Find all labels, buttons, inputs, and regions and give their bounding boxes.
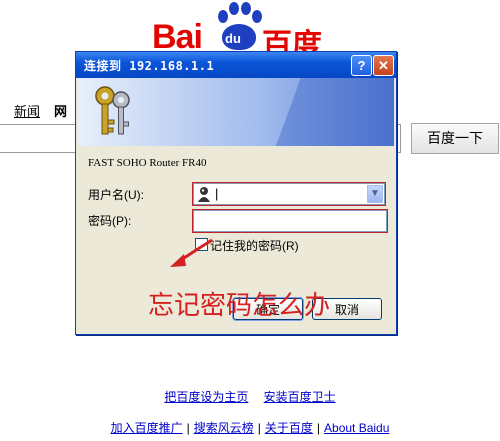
nav-news[interactable]: 新闻 <box>14 104 40 119</box>
about-baidu-link[interactable]: 关于百度 <box>265 421 313 435</box>
promotion-link[interactable]: 加入百度推广 <box>111 421 183 435</box>
nav-web[interactable]: 网 <box>54 104 67 119</box>
keys-icon <box>95 86 130 135</box>
paw-icon: du <box>214 2 264 52</box>
username-field[interactable]: | ▼ <box>192 182 386 206</box>
top-search-link[interactable]: 搜索风云榜 <box>194 421 254 435</box>
footer-links: 加入百度推广 | 搜索风云榜 | 关于百度 | About Baidu <box>110 421 390 435</box>
home-links: 把百度设为主页 安装百度卫士 <box>0 388 500 405</box>
user-icon <box>198 187 210 202</box>
close-button[interactable]: ✕ <box>373 55 394 76</box>
annotation-arrow-icon <box>170 238 213 267</box>
dialog-title: 连接到 192.168.1.1 <box>84 59 215 73</box>
set-homepage-link[interactable]: 把百度设为主页 <box>164 390 248 404</box>
password-label: 密码(P): <box>88 214 132 228</box>
remember-label: 记住我的密码(R) <box>210 239 299 253</box>
annotation-text: 忘记密码怎么办 <box>148 291 331 321</box>
dialog-titlebar[interactable]: 连接到 192.168.1.1 ? ✕ <box>76 52 396 78</box>
about-baidu-en-link[interactable]: About Baidu <box>324 421 389 435</box>
search-button[interactable]: 百度一下 <box>411 123 499 154</box>
password-field[interactable] <box>192 209 388 233</box>
baidu-logo: Bai du 百度 <box>150 2 340 63</box>
install-guard-link[interactable]: 安装百度卫士 <box>264 390 336 404</box>
router-name: FAST SOHO Router FR40 <box>88 157 207 169</box>
logo-paw-text: du <box>225 31 241 46</box>
chevron-down-icon[interactable]: ▼ <box>367 185 383 203</box>
help-button[interactable]: ? <box>351 55 372 76</box>
baidu-nav: 新闻网 <box>14 101 67 120</box>
username-value: | <box>215 186 219 201</box>
dialog-banner <box>78 78 394 146</box>
username-label: 用户名(U): <box>88 188 144 202</box>
